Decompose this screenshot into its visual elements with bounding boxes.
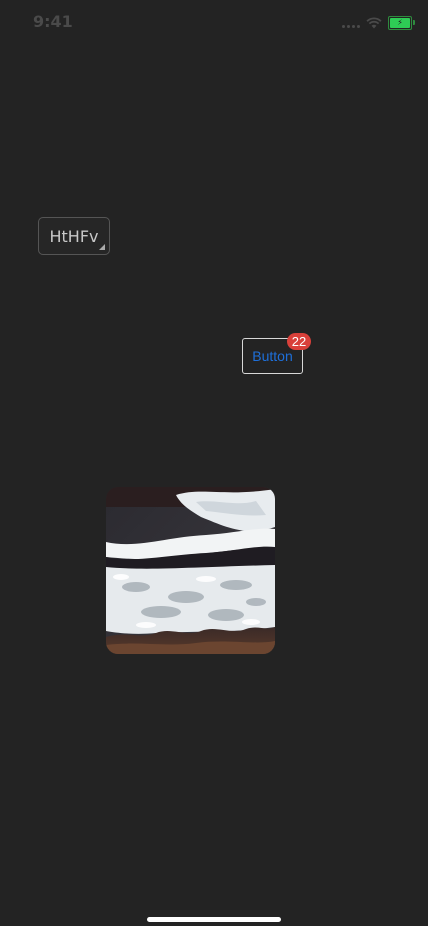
notification-badge: 22 [287,333,311,350]
home-indicator[interactable] [147,917,281,922]
button-label: Button [252,348,293,364]
bolt-icon: ⚡ [397,18,403,27]
status-icons: ⚡ [342,16,415,30]
screen: 9:41 ⚡ HtHFv Button 22 [0,0,428,926]
ocean-waves-photo [106,487,275,654]
status-time: 9:41 [33,12,73,31]
resize-corner-icon [99,244,105,250]
picker-value: HtHFv [49,226,99,246]
battery-charging-icon: ⚡ [388,16,415,30]
cellular-signal-icon [342,18,360,28]
picker-select[interactable]: HtHFv [38,217,110,255]
wifi-icon [366,17,382,29]
